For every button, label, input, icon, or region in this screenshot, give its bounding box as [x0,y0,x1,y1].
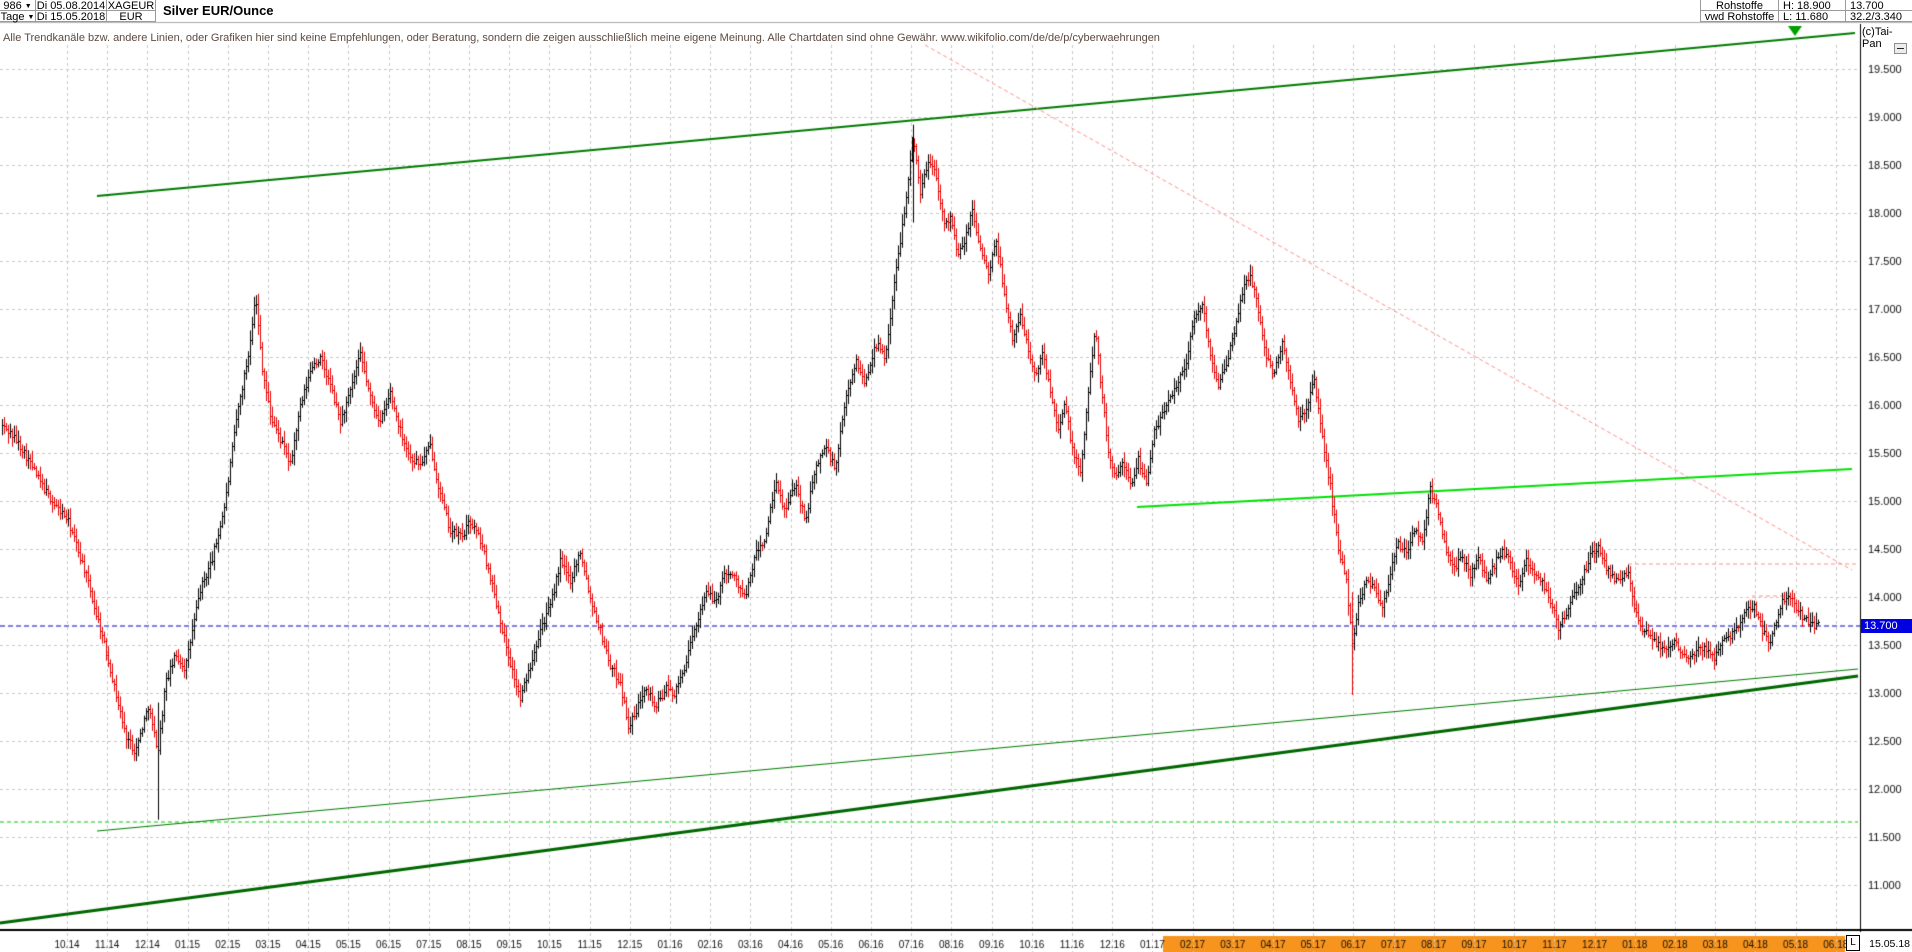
disclaimer-text: Alle Trendkanäle bzw. andere Linien, ode… [3,32,1160,44]
date-to-field[interactable]: Di 15.05.2018 [36,11,107,22]
low-value: L: 11.680 [1778,11,1845,22]
symbol-field: XAGEUR [107,0,156,11]
collapse-button[interactable] [1894,43,1907,54]
date-from-field[interactable]: Di 05.08.2014 [36,0,107,11]
currency-field: EUR [107,11,156,22]
minus-icon [1897,48,1904,49]
chevron-down-icon: ▼ [27,14,34,21]
source-label: vwd Rohstoffe [1700,11,1778,22]
period-value: Tage [1,11,25,23]
instrument-title: Silver EUR/Ounce [163,3,274,18]
high-value: H: 18.900 [1778,0,1845,11]
last-date-label: 15.05.18 [1862,938,1910,950]
chevron-down-icon: ▼ [25,3,32,10]
last-value: 13.700 [1845,0,1912,11]
change-value: 32.2/3.340 [1845,11,1912,22]
bar-count-dropdown[interactable]: 986▼ [0,0,36,11]
category-label: Rohstoffe [1700,0,1778,11]
last-price-tag: 13.700 [1861,619,1912,633]
price-chart-canvas[interactable] [0,0,1912,952]
last-marker-box: L [1846,935,1860,951]
tai-pan-chart-window: 986▼ Di 05.08.2014 XAGEUR Tage▼ Di 15.05… [0,0,1912,952]
period-dropdown[interactable]: Tage▼ [0,11,36,22]
